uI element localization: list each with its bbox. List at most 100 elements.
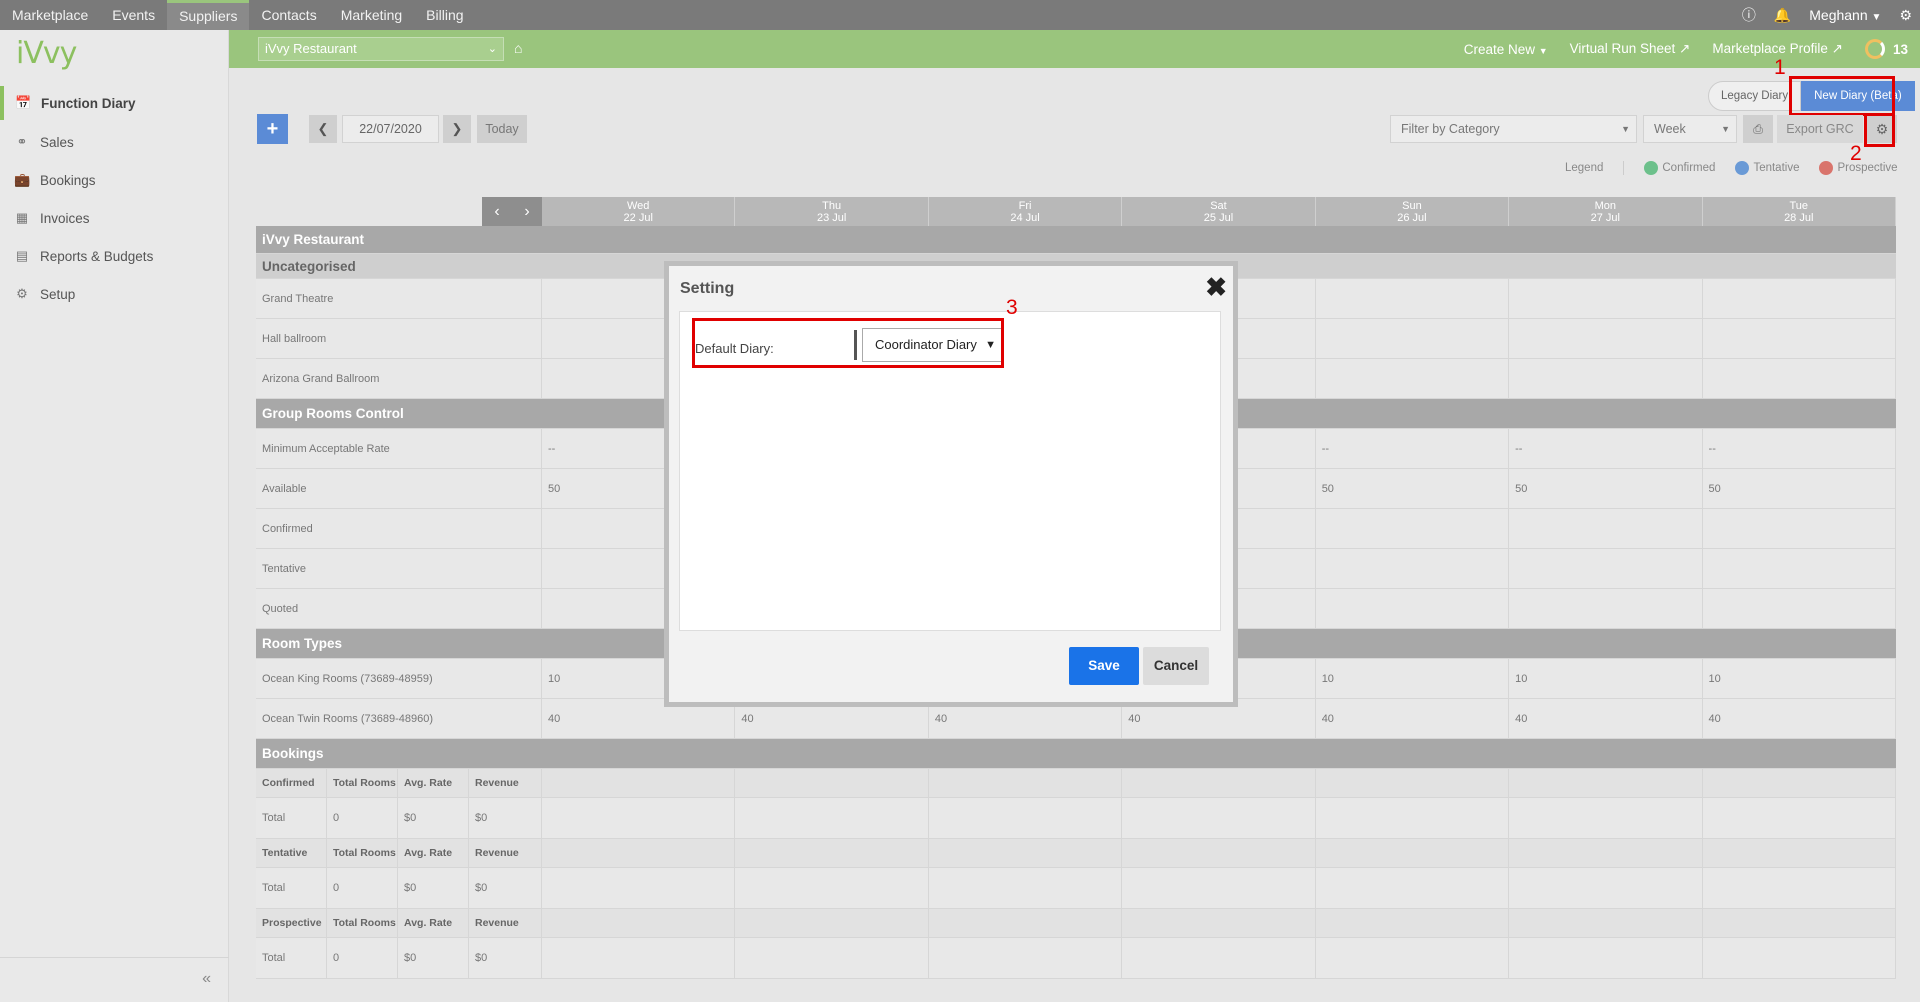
status-dot-icon — [1735, 161, 1750, 175]
home-icon[interactable]: ⌂ — [514, 40, 522, 56]
grc-cell[interactable] — [1509, 549, 1703, 588]
modal-title: Setting — [680, 280, 735, 297]
room-cell[interactable]: 40 — [1509, 699, 1703, 738]
diary-cell[interactable] — [1703, 319, 1896, 358]
sidebar-item-invoices[interactable]: ▦ Invoices — [0, 201, 229, 235]
filter-category-select[interactable]: Filter by Category ▼ — [1390, 115, 1637, 143]
venue-select[interactable]: iVvy Restaurant ⌄ — [258, 37, 504, 61]
diary-cell[interactable] — [1316, 279, 1510, 318]
sidebar-item-function-diary[interactable]: 📅 Function Diary — [0, 86, 229, 120]
nav-billing[interactable]: Billing — [414, 0, 475, 30]
chevron-right-icon[interactable]: › — [524, 203, 529, 221]
info-icon[interactable]: ⓘ — [1742, 5, 1756, 25]
sidebar-item-reports-budgets[interactable]: ▤ Reports & Budgets — [0, 239, 229, 273]
date-input[interactable]: 22/07/2020 — [342, 115, 439, 143]
grc-cell[interactable]: -- — [1509, 429, 1703, 468]
grc-cell[interactable]: 50 — [1316, 469, 1510, 508]
sidebar-item-sales[interactable]: ⚭ Sales — [0, 125, 229, 159]
view-select[interactable]: Week ▼ — [1643, 115, 1737, 143]
sidebar-collapse[interactable]: « — [0, 957, 229, 1002]
space-label: Arizona Grand Ballroom — [256, 359, 542, 398]
create-new-menu[interactable]: Create New ▼ — [1464, 42, 1548, 57]
cancel-button[interactable]: Cancel — [1143, 647, 1209, 685]
legacy-diary-button[interactable]: Legacy Diary — [1708, 81, 1802, 111]
room-cell[interactable]: 10 — [1316, 659, 1510, 698]
nav-suppliers[interactable]: Suppliers — [167, 0, 250, 30]
nav-events[interactable]: Events — [100, 0, 167, 30]
marketplace-profile-label: Marketplace Profile — [1712, 41, 1828, 56]
export-grc-button[interactable]: Export GRC — [1777, 115, 1863, 143]
booking-cell: Total — [256, 798, 327, 838]
sidebar-item-bookings[interactable]: 💼 Bookings — [0, 163, 229, 197]
sidebar-item-setup[interactable]: ⚙ Setup — [0, 277, 229, 311]
booking-header-row: Confirmed Total Rooms Avg. Rate Revenue — [256, 769, 1896, 798]
external-link-icon: ↗ — [1831, 41, 1843, 56]
grc-cell[interactable] — [1703, 509, 1896, 548]
bar-chart-icon: ▤ — [15, 248, 29, 263]
room-cell[interactable]: 10 — [1509, 659, 1703, 698]
next-date-button[interactable]: ❯ — [443, 115, 471, 143]
diary-cell[interactable] — [1509, 279, 1703, 318]
booking-cell: Total — [256, 938, 327, 978]
prev-date-button[interactable]: ❮ — [309, 115, 337, 143]
grc-cell[interactable]: -- — [1703, 429, 1896, 468]
diary-cell[interactable] — [1316, 319, 1510, 358]
user-menu[interactable]: Meghann ▼ — [1809, 7, 1881, 23]
diary-cell[interactable] — [1509, 359, 1703, 398]
day-header: Wed 22 Jul — [542, 197, 736, 226]
bell-icon[interactable]: 🔔 — [1774, 7, 1791, 24]
virtual-run-sheet-link[interactable]: Virtual Run Sheet ↗ — [1570, 41, 1691, 57]
grc-cell[interactable] — [1703, 549, 1896, 588]
grc-cell[interactable] — [1316, 589, 1510, 628]
space-label: Hall ballroom — [256, 319, 542, 358]
booking-total-row: Total 0 $0 $0 — [256, 938, 1896, 979]
sidebar-item-label: Bookings — [40, 172, 96, 188]
nav-marketing[interactable]: Marketing — [329, 0, 414, 30]
booking-col-header: Total Rooms — [327, 769, 398, 797]
annotation-number: 3 — [1006, 296, 1018, 319]
grc-cell[interactable] — [1316, 509, 1510, 548]
save-button[interactable]: Save — [1069, 647, 1139, 685]
booking-cell: 0 — [327, 868, 398, 908]
diary-cell[interactable] — [1316, 359, 1510, 398]
chevron-down-icon: ▼ — [1871, 12, 1882, 23]
print-button[interactable]: ⎙ — [1743, 115, 1773, 143]
room-cell[interactable]: 10 — [1703, 659, 1896, 698]
grc-cell[interactable] — [1509, 509, 1703, 548]
legend-label: Prospective — [1837, 162, 1898, 174]
booking-col-header: Avg. Rate — [398, 769, 469, 797]
progress-counter[interactable]: 13 — [1864, 39, 1908, 59]
external-link-icon: ↗ — [1679, 41, 1691, 56]
add-booking-button[interactable]: + — [257, 114, 288, 144]
diary-cell[interactable] — [1509, 319, 1703, 358]
diary-cell[interactable] — [1703, 359, 1896, 398]
marketplace-profile-link[interactable]: Marketplace Profile ↗ — [1712, 41, 1843, 57]
day-header: Fri 24 Jul — [929, 197, 1123, 226]
grc-cell[interactable]: -- — [1316, 429, 1510, 468]
ivvy-logo[interactable]: iVvy — [16, 36, 77, 71]
grc-cell[interactable]: 50 — [1509, 469, 1703, 508]
grc-cell[interactable] — [1703, 589, 1896, 628]
nav-marketplace[interactable]: Marketplace — [0, 0, 100, 30]
sidebar-item-label: Setup — [40, 286, 76, 302]
legend-item-tentative: Tentative — [1735, 161, 1799, 175]
room-cell[interactable]: 40 — [1703, 699, 1896, 738]
close-icon[interactable]: ✖ — [1205, 272, 1227, 303]
grc-cell[interactable] — [1509, 589, 1703, 628]
gear-icon[interactable]: ⚙ — [1899, 7, 1912, 24]
annotation-number: 1 — [1774, 56, 1786, 79]
chevron-left-icon[interactable]: ‹ — [494, 203, 499, 221]
room-cell[interactable]: 40 — [1316, 699, 1510, 738]
room-type-label: Ocean King Rooms (73689-48959) — [256, 659, 542, 698]
today-button[interactable]: Today — [477, 115, 527, 143]
sidebar-item-label: Sales — [40, 134, 74, 150]
caret-down-icon: ▼ — [1721, 124, 1730, 134]
venue-header: iVvy Restaurant ⌄ ⌂ Create New ▼ Virtual… — [229, 30, 1920, 68]
nav-contacts[interactable]: Contacts — [249, 0, 328, 30]
diary-cell[interactable] — [1703, 279, 1896, 318]
booking-total-row: Total 0 $0 $0 — [256, 868, 1896, 909]
grc-cell[interactable]: 50 — [1703, 469, 1896, 508]
grc-cell[interactable] — [1316, 549, 1510, 588]
section-title: iVvy Restaurant — [262, 232, 365, 247]
sidebar-item-label: Function Diary — [41, 95, 136, 111]
